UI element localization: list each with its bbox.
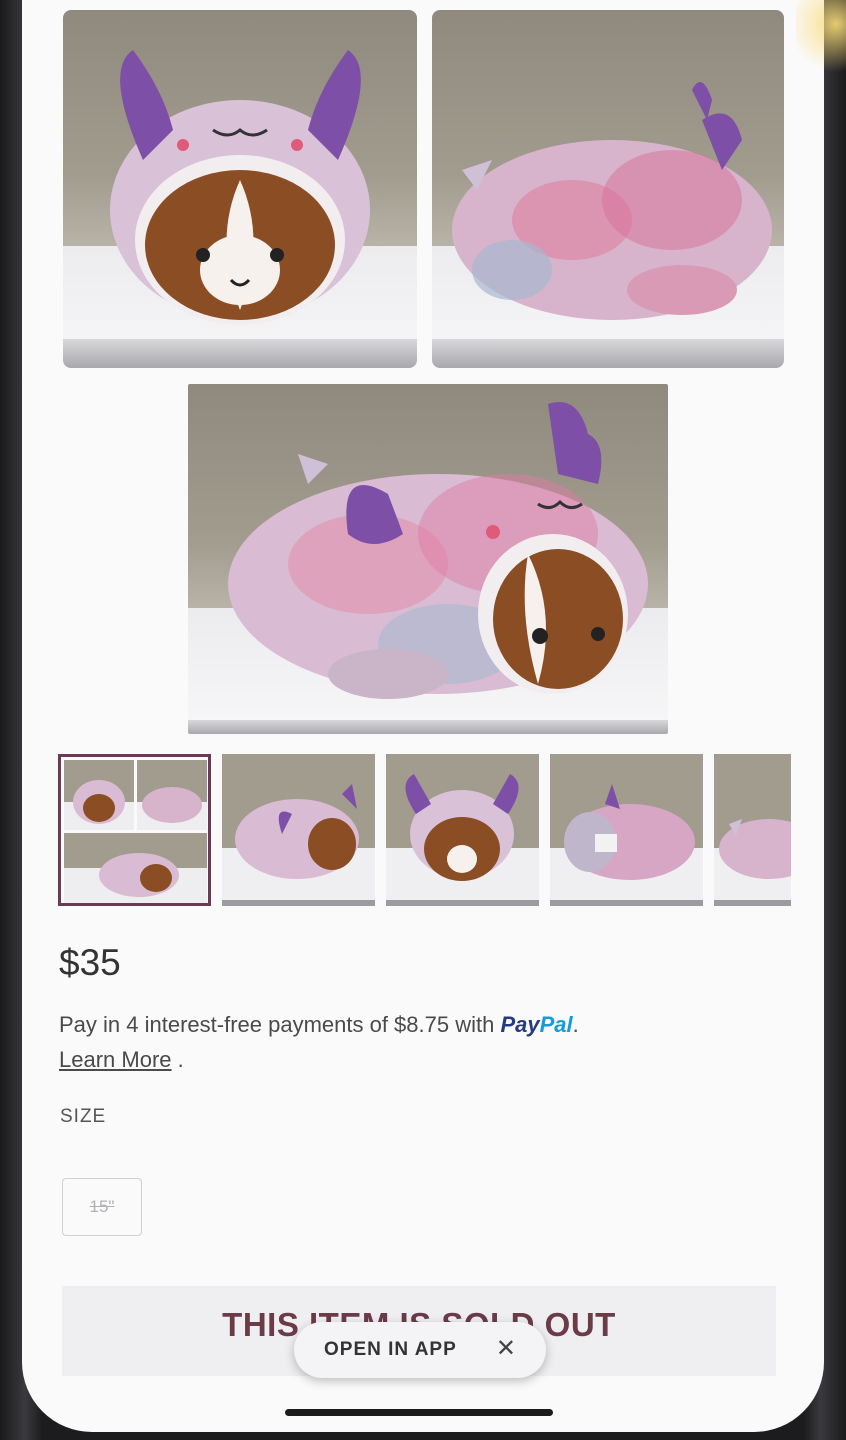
home-indicator xyxy=(285,1409,553,1416)
open-in-app-pill[interactable]: OPEN IN APP ✕ xyxy=(294,1322,546,1378)
product-image-front[interactable] xyxy=(63,10,417,368)
thumb4-plush xyxy=(564,784,695,880)
thumbnail-2[interactable] xyxy=(222,754,375,906)
thumb5-plush xyxy=(719,819,791,879)
thumbnail-collage[interactable] xyxy=(58,754,211,906)
screen-glare xyxy=(796,0,846,80)
plush-front-illustration xyxy=(110,50,370,325)
installments-message: Pay in 4 interest-free payments of $8.75… xyxy=(59,1012,495,1037)
product-image-main[interactable] xyxy=(188,384,668,734)
learn-more-link[interactable]: Learn More xyxy=(59,1047,172,1072)
size-label: SIZE xyxy=(60,1106,107,1127)
plush-main-illustration xyxy=(228,402,648,699)
thumb3-plush xyxy=(405,774,519,881)
plush-side-illustration xyxy=(452,82,772,320)
thumb2-plush xyxy=(235,784,359,879)
thumbnail-3[interactable] xyxy=(386,754,539,906)
collage-plush-icons xyxy=(73,780,202,897)
thumbnail-4[interactable] xyxy=(550,754,703,906)
learn-more-row: Learn More . xyxy=(59,1047,184,1072)
paypal-logo: PayPal xyxy=(500,1012,573,1037)
paypal-installments-text: Pay in 4 interest-free payments of $8.75… xyxy=(59,1012,579,1037)
product-price: $35 xyxy=(59,942,121,983)
open-in-app-button[interactable]: OPEN IN APP xyxy=(324,1339,457,1361)
phone-screen: $35 Pay in 4 interest-free payments of $… xyxy=(22,0,824,1432)
size-option-15in[interactable]: 15" xyxy=(62,1178,142,1236)
product-image-side[interactable] xyxy=(432,10,784,368)
thumbnail-5[interactable] xyxy=(714,754,791,906)
close-icon[interactable]: ✕ xyxy=(496,1336,516,1362)
